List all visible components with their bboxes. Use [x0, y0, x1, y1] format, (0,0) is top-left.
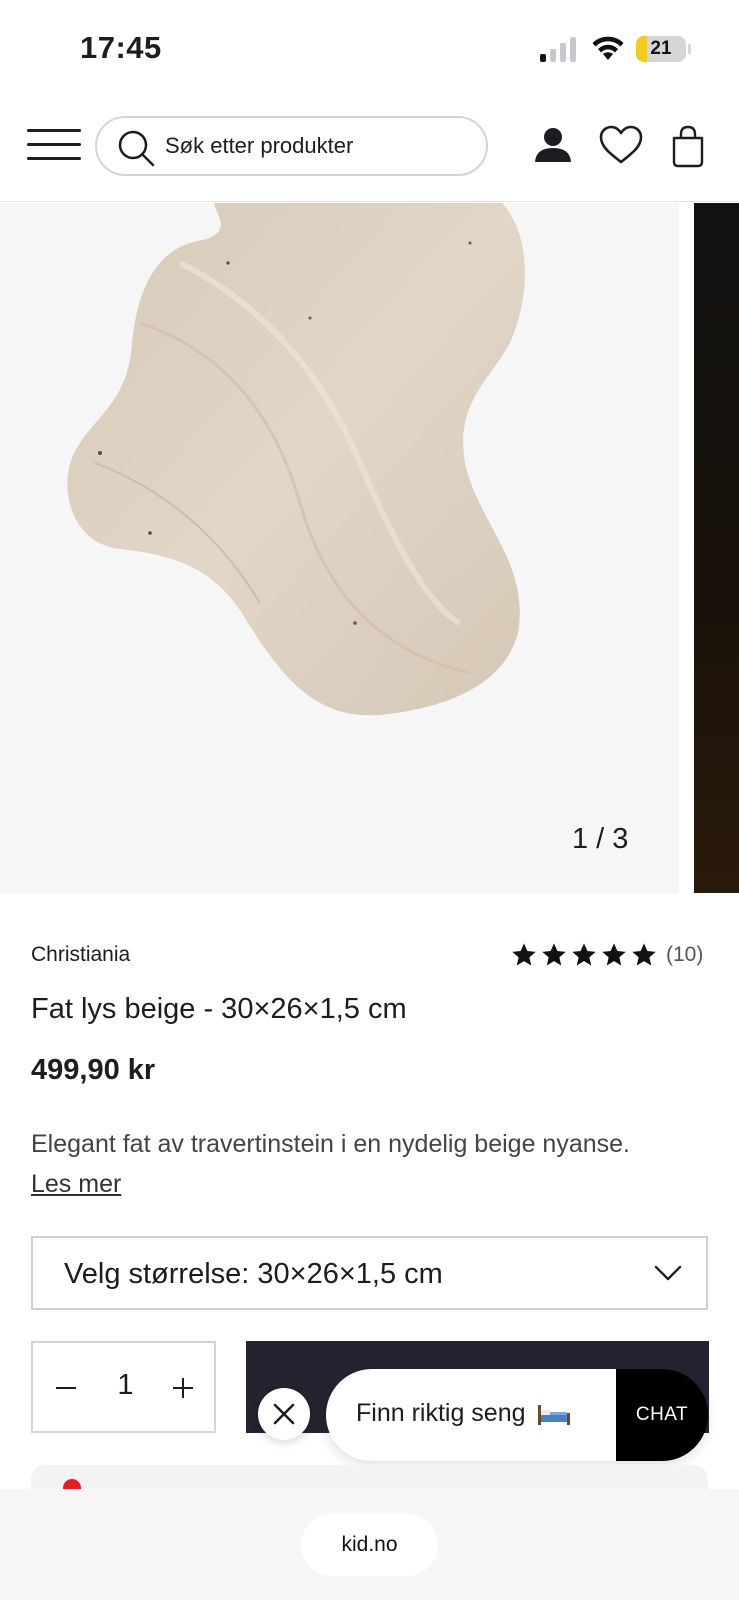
status-time: 17:45: [80, 30, 162, 65]
close-icon: [273, 1403, 295, 1425]
address-bar[interactable]: kid.no: [301, 1514, 438, 1576]
battery-level: 21: [650, 38, 672, 59]
star-icon: [512, 943, 536, 966]
browser-bottom-bar: kid.no: [0, 1489, 739, 1600]
image-counter: 1 / 3: [572, 823, 629, 855]
star-icon: [632, 943, 656, 966]
product-image: [67, 203, 525, 716]
search-input[interactable]: [165, 128, 465, 164]
battery-cap: [688, 44, 691, 54]
heart-icon[interactable]: [598, 124, 644, 166]
notice-icon: [63, 1479, 81, 1489]
product-gallery[interactable]: 1 / 3: [0, 203, 739, 893]
hamburger-icon-line: [27, 143, 81, 146]
status-bar: 17:45 21: [0, 0, 739, 100]
product-rating[interactable]: (10): [510, 940, 703, 970]
quantity-value[interactable]: 1: [103, 1369, 148, 1402]
chat-button[interactable]: CHAT: [616, 1369, 708, 1461]
quantity-stepper: 1: [31, 1341, 216, 1433]
read-more-link[interactable]: Les mer: [31, 1164, 121, 1204]
product-brand[interactable]: Christiania: [31, 943, 130, 967]
menu-button[interactable]: [27, 126, 81, 162]
size-select-label: Velg størrelse: 30×26×1,5 cm: [64, 1258, 443, 1290]
chevron-down-icon: [654, 1265, 682, 1281]
hamburger-icon-line: [27, 157, 81, 160]
notice-banner: [31, 1465, 708, 1489]
minus-icon[interactable]: [51, 1373, 81, 1403]
site-header: [0, 100, 739, 202]
hamburger-icon: [27, 129, 81, 132]
star-icon: [602, 943, 626, 966]
bed-icon: [538, 1405, 571, 1426]
account-icon[interactable]: [532, 124, 574, 168]
product-description: Elegant fat av travertinstein i en nydel…: [31, 1130, 630, 1158]
product-title: Fat lys beige - 30×26×1,5 cm: [31, 993, 407, 1025]
search-bar[interactable]: [95, 116, 488, 176]
battery-icon: 21: [636, 36, 686, 62]
rating-count: (10): [666, 943, 704, 966]
next-image-preview[interactable]: [694, 203, 739, 893]
wifi-icon: [592, 36, 624, 60]
chat-prompt-text: Finn riktig seng: [356, 1399, 526, 1427]
star-icon: [572, 943, 596, 966]
plus-icon[interactable]: [168, 1373, 198, 1403]
product-price: 499,90 kr: [31, 1054, 156, 1086]
search-icon: [118, 130, 155, 167]
size-select[interactable]: Velg størrelse: 30×26×1,5 cm: [31, 1236, 708, 1310]
chat-close-button[interactable]: [258, 1388, 310, 1440]
cellular-signal-icon: [540, 36, 578, 62]
chat-prompt: Finn riktig seng: [356, 1399, 572, 1428]
star-icon: [542, 943, 566, 966]
bag-icon[interactable]: [669, 124, 707, 168]
product-image-slide[interactable]: 1 / 3: [0, 203, 679, 893]
